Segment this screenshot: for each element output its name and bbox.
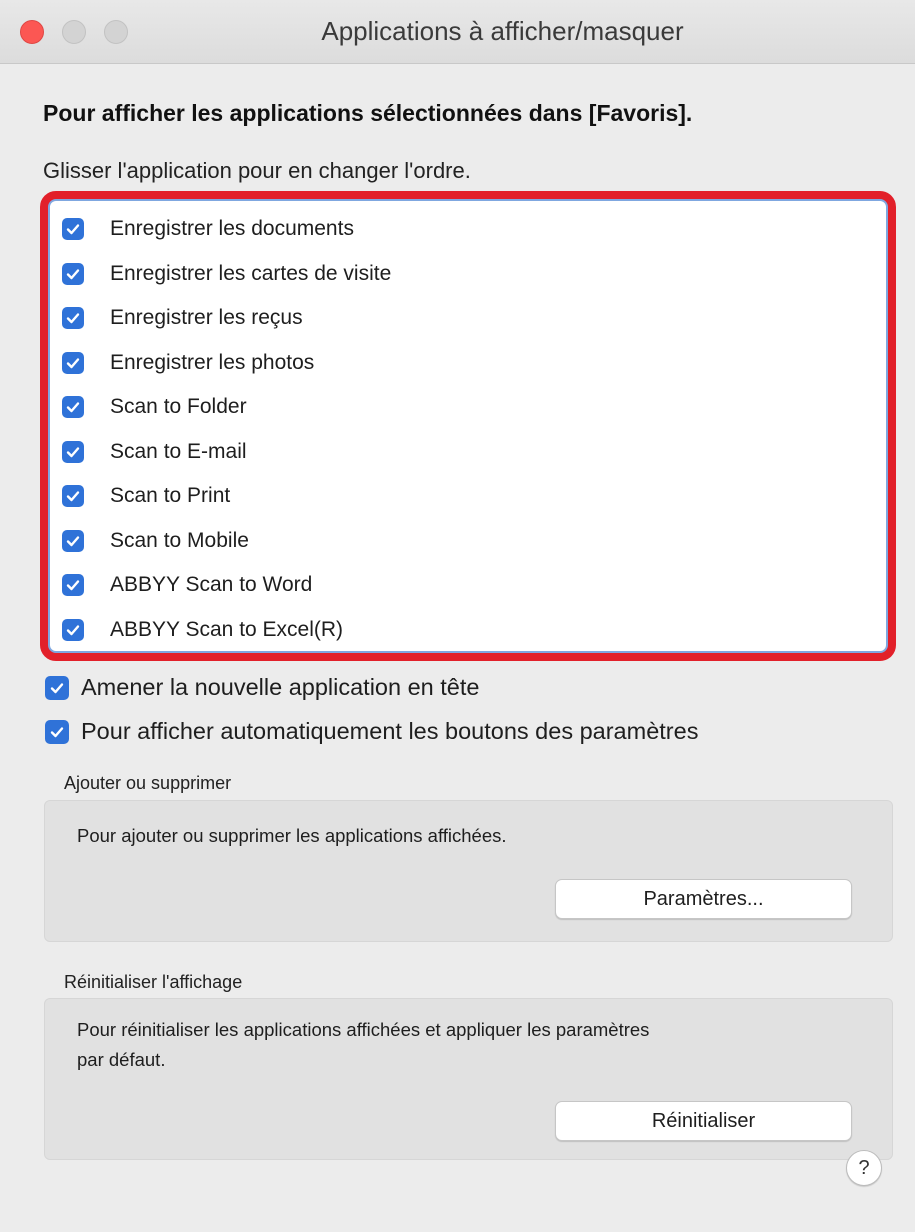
auto-show-settings-option[interactable]: Pour afficher automatiquement les bouton…: [45, 718, 698, 745]
dialog-heading: Pour afficher les applications sélection…: [43, 100, 693, 126]
reset-group: Pour réinitialiser les applications affi…: [44, 998, 893, 1160]
app-list-item[interactable]: ABBYY Scan to Excel(R): [50, 608, 886, 653]
app-list-item-label: ABBYY Scan to Word: [110, 573, 313, 597]
checkbox-checked-icon[interactable]: [62, 307, 84, 330]
dialog-window: Applications à afficher/masquer Pour aff…: [0, 0, 915, 1232]
add-remove-group: Pour ajouter ou supprimer les applicatio…: [44, 800, 893, 942]
reset-button[interactable]: Réinitialiser: [555, 1101, 852, 1141]
checkbox-checked-icon[interactable]: [62, 351, 84, 374]
auto-show-settings-label: Pour afficher automatiquement les bouton…: [81, 718, 699, 744]
app-list-item[interactable]: Enregistrer les photos: [50, 341, 886, 386]
new-app-top-option[interactable]: Amener la nouvelle application en tête: [45, 674, 479, 701]
checkbox-checked-icon[interactable]: [62, 529, 84, 552]
app-list-item-label: Scan to Mobile: [110, 528, 249, 552]
app-list-item-label: Scan to E-mail: [110, 439, 247, 463]
app-list-item[interactable]: Scan to E-mail: [50, 430, 886, 475]
new-app-top-label: Amener la nouvelle application en tête: [81, 674, 480, 700]
app-list-item[interactable]: Enregistrer les documents: [50, 207, 886, 252]
app-list-item-label: Scan to Print: [110, 484, 231, 508]
app-list-item[interactable]: Scan to Print: [50, 474, 886, 519]
checkbox-checked-icon[interactable]: [62, 218, 84, 241]
app-list-item-label: Enregistrer les photos: [110, 350, 315, 374]
checkbox-checked-icon[interactable]: [62, 396, 84, 419]
checkbox-checked-icon[interactable]: [62, 440, 84, 463]
app-list-item-label: ABBYY Scan to Excel(R): [110, 617, 344, 641]
title-bar[interactable]: Applications à afficher/masquer: [0, 0, 915, 64]
reset-group-title: Réinitialiser l'affichage: [64, 972, 243, 992]
settings-button[interactable]: Paramètres...: [555, 879, 852, 919]
app-list-item[interactable]: ABBYY Scan to Word: [50, 563, 886, 608]
app-list-item-label: Scan to Folder: [110, 395, 247, 419]
reset-description-line1: Pour réinitialiser les applications affi…: [77, 1019, 650, 1040]
window-title: Applications à afficher/masquer: [321, 16, 684, 46]
app-list-item[interactable]: Scan to Mobile: [50, 519, 886, 564]
applications-list-highlight: Enregistrer les documents Enregistrer les…: [40, 191, 896, 661]
checkbox-checked-icon[interactable]: [45, 719, 69, 744]
app-list-item[interactable]: Enregistrer les reçus: [50, 296, 886, 341]
checkbox-checked-icon[interactable]: [62, 262, 84, 285]
checkbox-checked-icon[interactable]: [45, 675, 69, 700]
add-remove-group-title: Ajouter ou supprimer: [64, 773, 232, 793]
add-remove-description: Pour ajouter ou supprimer les applicatio…: [77, 825, 507, 846]
app-list-item[interactable]: Enregistrer les cartes de visite: [50, 252, 886, 297]
app-list-item-label: Enregistrer les reçus: [110, 306, 303, 330]
drag-instruction: Glisser l'application pour en changer l'…: [43, 158, 471, 183]
app-list-item-label: Enregistrer les documents: [110, 217, 354, 241]
applications-list[interactable]: Enregistrer les documents Enregistrer les…: [48, 199, 888, 653]
reset-description-line2: par défaut.: [77, 1049, 166, 1070]
app-list-item-label: Enregistrer les cartes de visite: [110, 261, 392, 285]
help-button[interactable]: ?: [846, 1150, 882, 1186]
app-list-item[interactable]: Scan to Folder: [50, 385, 886, 430]
checkbox-checked-icon[interactable]: [62, 574, 84, 597]
checkbox-checked-icon[interactable]: [62, 618, 84, 641]
checkbox-checked-icon[interactable]: [62, 485, 84, 508]
